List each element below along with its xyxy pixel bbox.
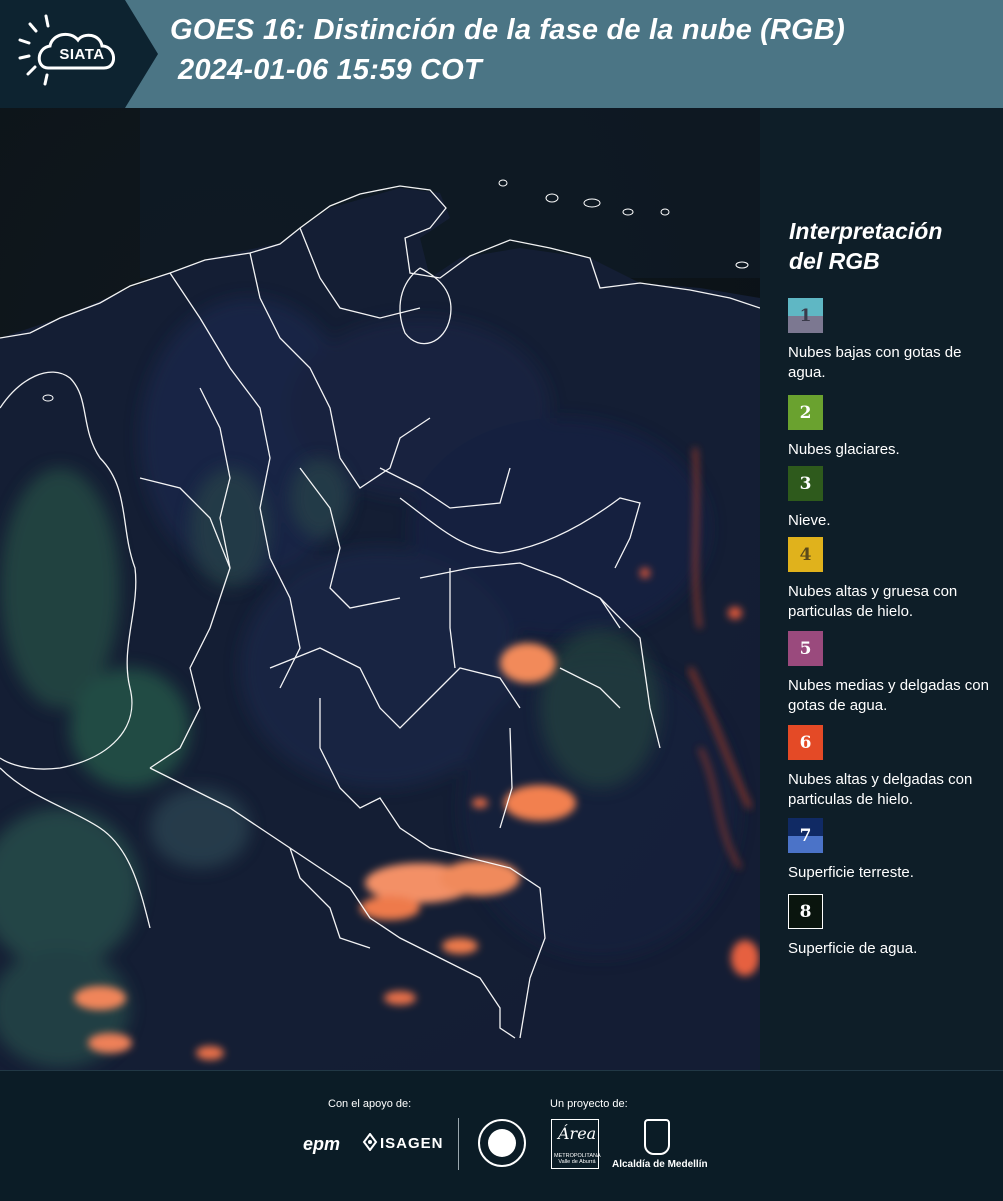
legend-label: Nubes altas y delgadas con particulas de… (788, 771, 973, 808)
area-metropolitana-logo: Área METROPOLITANA Valle de Aburrá (551, 1119, 601, 1169)
legend-panel: Interpretación del RGB 1 Nubes bajas con… (760, 108, 1003, 1070)
legend-item-7: 7 Superficie terreste. (788, 818, 998, 883)
university-seal-icon (478, 1119, 526, 1167)
legend-number: 1 (799, 305, 812, 326)
legend-label: Nubes altas y gruesa con particulas de h… (788, 583, 958, 620)
legend-number: 3 (799, 473, 812, 494)
legend-label: Superficie terreste. (788, 864, 914, 881)
legend-swatch: 6 (788, 725, 823, 760)
isagen-logo: ISAGEN (380, 1135, 444, 1152)
legend-label: Nubes bajas con gotas de agua. (788, 344, 962, 381)
legend-item-4: 4 Nubes altas y gruesa con particulas de… (788, 537, 998, 622)
alcaldia-logo-text: Alcaldía de Medellín (612, 1159, 708, 1170)
legend-number: 4 (799, 544, 812, 565)
header-bar: SIATA GOES 16: Distinción de la fase de … (0, 0, 1003, 108)
support-label: Con el apoyo de: (328, 1098, 412, 1110)
legend-swatch: 2 (788, 395, 823, 430)
legend-swatch: 5 (788, 631, 823, 666)
logo-text: SIATA (59, 46, 105, 63)
legend-label: Nubes medias y delgadas con gotas de agu… (788, 677, 989, 714)
legend-item-8: 8 Superficie de agua. (788, 894, 998, 959)
legend-label: Superficie de agua. (788, 940, 918, 957)
footer-divider (458, 1118, 459, 1170)
legend-title-line2: del RGB (789, 248, 880, 274)
legend-label: Nubes glaciares. (788, 441, 900, 458)
satellite-map (0, 108, 760, 1070)
legend-number: 7 (799, 825, 812, 846)
legend-swatch: 7 (788, 818, 823, 853)
legend-title-line1: Interpretación (789, 218, 943, 244)
legend-swatch: 3 (788, 466, 823, 501)
legend-label: Nieve. (788, 512, 831, 529)
legend-title: Interpretación del RGB (789, 216, 989, 276)
isagen-symbol-icon (362, 1133, 378, 1151)
siata-logo: SIATA (0, 0, 160, 108)
legend-item-1: 1 Nubes bajas con gotas de agua. (788, 298, 998, 383)
legend-number: 5 (799, 638, 812, 659)
legend-number: 6 (799, 732, 812, 753)
legend-item-3: 3 Nieve. (788, 466, 998, 531)
legend-item-2: 2 Nubes glaciares. (788, 395, 998, 460)
page-title: GOES 16: Distinción de la fase de la nub… (170, 14, 845, 46)
legend-swatch: 4 (788, 537, 823, 572)
legend-item-6: 6 Nubes altas y delgadas con particulas … (788, 725, 998, 810)
page-timestamp: 2024-01-06 15:59 COT (178, 54, 482, 86)
legend-swatch: 8 (788, 894, 823, 929)
legend-swatch: 1 (788, 298, 823, 333)
epm-logo: epm (303, 1134, 341, 1154)
alcaldia-shield-icon (644, 1119, 670, 1155)
legend-number: 2 (799, 402, 812, 423)
legend-number: 8 (799, 901, 812, 922)
project-label: Un proyecto de: (550, 1098, 628, 1110)
legend-item-5: 5 Nubes medias y delgadas con gotas de a… (788, 631, 998, 716)
footer-sponsors: Con el apoyo de: Un proyecto de: epm ISA… (0, 1070, 1003, 1201)
